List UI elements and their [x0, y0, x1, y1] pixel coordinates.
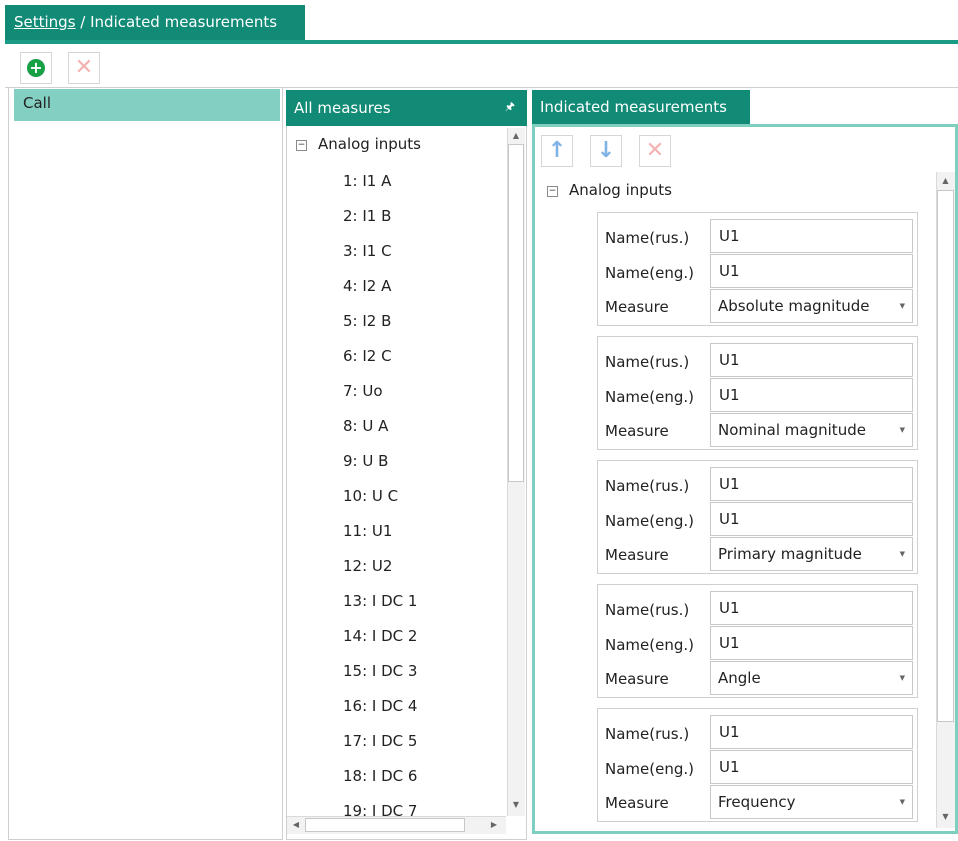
pin-icon[interactable]: 🖈	[505, 98, 515, 117]
measure-value: Absolute magnitude	[718, 297, 870, 315]
measurement-card: Name(rus.) U1 Name(eng.) U1 Measure Nomi…	[597, 336, 918, 450]
settings-link[interactable]: Settings	[14, 13, 76, 31]
collapse-toggle-icon[interactable]: −	[547, 186, 558, 197]
delete-button[interactable]: ✕	[68, 52, 100, 84]
tree-item[interactable]: 1: I1 A	[343, 172, 391, 190]
tree-item[interactable]: 15: I DC 3	[343, 662, 417, 680]
name-eng-field[interactable]: U1	[710, 254, 913, 288]
page-header-tab: Settings / Indicated measurements	[5, 5, 305, 41]
tree-item[interactable]: 12: U2	[343, 557, 392, 575]
tree-item[interactable]: 11: U1	[343, 522, 392, 540]
measure-label: Measure	[605, 546, 669, 564]
name-rus-label: Name(rus.)	[605, 353, 690, 371]
measure-value: Nominal magnitude	[718, 421, 866, 439]
name-rus-field[interactable]: U1	[710, 715, 913, 749]
add-icon: +	[27, 59, 45, 77]
measurement-card: Name(rus.) U1 Name(eng.) U1 Measure Freq…	[597, 708, 918, 822]
tree-item[interactable]: 6: I2 C	[343, 347, 392, 365]
list-item-call[interactable]: Call	[14, 89, 280, 121]
tree-item[interactable]: 5: I2 B	[343, 312, 391, 330]
measurement-card: Name(rus.) U1 Name(eng.) U1 Measure Prim…	[597, 460, 918, 574]
name-rus-field[interactable]: U1	[710, 591, 913, 625]
arrow-down-icon: ↓	[596, 138, 616, 163]
measure-label: Measure	[605, 794, 669, 812]
tree-item[interactable]: 14: I DC 2	[343, 627, 417, 645]
measure-value: Angle	[718, 669, 761, 687]
name-rus-label: Name(rus.)	[605, 601, 690, 619]
tree-item[interactable]: 8: U A	[343, 417, 388, 435]
tree-item[interactable]: 16: I DC 4	[343, 697, 417, 715]
collapse-toggle-icon[interactable]: −	[296, 140, 307, 151]
name-rus-field[interactable]: U1	[710, 219, 913, 253]
scroll-left-arrow-icon[interactable]: ◀	[289, 818, 303, 832]
close-icon: ✕	[645, 138, 665, 163]
name-eng-label: Name(eng.)	[605, 512, 694, 530]
all-measures-header: All measures 🖈	[286, 90, 527, 126]
name-rus-label: Name(rus.)	[605, 477, 690, 495]
scroll-thumb[interactable]	[508, 144, 524, 482]
chevron-down-icon: ▼	[899, 550, 905, 558]
name-eng-field[interactable]: U1	[710, 378, 913, 412]
measure-select[interactable]: Primary magnitude ▼	[710, 537, 913, 571]
arrow-up-icon: ↑	[547, 138, 567, 163]
add-button[interactable]: +	[20, 52, 52, 84]
chevron-down-icon: ▼	[899, 798, 905, 806]
measure-value: Primary magnitude	[718, 545, 862, 563]
remove-button[interactable]: ✕	[639, 135, 671, 167]
page-title: Indicated measurements	[90, 13, 278, 31]
scroll-up-arrow-icon[interactable]: ▲	[507, 129, 525, 143]
scroll-right-arrow-icon[interactable]: ▶	[487, 818, 501, 832]
all-measures-panel	[286, 90, 527, 840]
name-eng-field[interactable]: U1	[710, 626, 913, 660]
tree-item[interactable]: 10: U C	[343, 487, 398, 505]
scroll-down-arrow-icon[interactable]: ▼	[936, 810, 955, 824]
tree-group-analog-inputs[interactable]: Analog inputs	[569, 181, 672, 199]
measure-label: Measure	[605, 670, 669, 688]
measure-select[interactable]: Absolute magnitude ▼	[710, 289, 913, 323]
tree-item[interactable]: 17: I DC 5	[343, 732, 417, 750]
name-rus-field[interactable]: U1	[710, 343, 913, 377]
scroll-up-arrow-icon[interactable]: ▲	[936, 174, 955, 188]
name-rus-label: Name(rus.)	[605, 725, 690, 743]
measurement-card: Name(rus.) U1 Name(eng.) U1 Measure Abso…	[597, 212, 918, 326]
tree-item[interactable]: 9: U B	[343, 452, 388, 470]
name-eng-label: Name(eng.)	[605, 760, 694, 778]
name-eng-label: Name(eng.)	[605, 388, 694, 406]
tree-item[interactable]: 19: I DC 7	[343, 802, 417, 816]
tree-item[interactable]: 4: I2 A	[343, 277, 391, 295]
measure-value: Frequency	[718, 793, 796, 811]
name-eng-label: Name(eng.)	[605, 636, 694, 654]
scroll-thumb[interactable]	[937, 190, 954, 722]
measure-label: Measure	[605, 422, 669, 440]
indicated-measurements-tab[interactable]: Indicated measurements	[532, 90, 750, 126]
tree-item[interactable]: 7: Uo	[343, 382, 383, 400]
tree-item[interactable]: 13: I DC 1	[343, 592, 417, 610]
header-underline	[5, 40, 958, 44]
measurement-card: Name(rus.) U1 Name(eng.) U1 Measure Angl…	[597, 584, 918, 698]
name-rus-label: Name(rus.)	[605, 229, 690, 247]
tree-item[interactable]: 2: I1 B	[343, 207, 391, 225]
scroll-down-arrow-icon[interactable]: ▼	[507, 798, 525, 812]
horizontal-scroll-thumb[interactable]	[305, 818, 465, 832]
measure-select[interactable]: Nominal magnitude ▼	[710, 413, 913, 447]
chevron-down-icon: ▼	[899, 302, 905, 310]
measure-select[interactable]: Frequency ▼	[710, 785, 913, 819]
all-measures-title: All measures	[294, 99, 391, 117]
name-eng-field[interactable]: U1	[710, 750, 913, 784]
move-down-button[interactable]: ↓	[590, 135, 622, 167]
name-eng-label: Name(eng.)	[605, 264, 694, 282]
close-icon: ✕	[74, 55, 94, 80]
chevron-down-icon: ▼	[899, 674, 905, 682]
name-eng-field[interactable]: U1	[710, 502, 913, 536]
measure-label: Measure	[605, 298, 669, 316]
measure-select[interactable]: Angle ▼	[710, 661, 913, 695]
left-panel	[8, 88, 283, 840]
tree-item[interactable]: 3: I1 C	[343, 242, 392, 260]
move-up-button[interactable]: ↑	[541, 135, 573, 167]
chevron-down-icon: ▼	[899, 426, 905, 434]
tree-item[interactable]: 18: I DC 6	[343, 767, 417, 785]
name-rus-field[interactable]: U1	[710, 467, 913, 501]
tree-group-analog-inputs[interactable]: Analog inputs	[318, 135, 421, 153]
breadcrumb-separator: /	[75, 13, 91, 31]
